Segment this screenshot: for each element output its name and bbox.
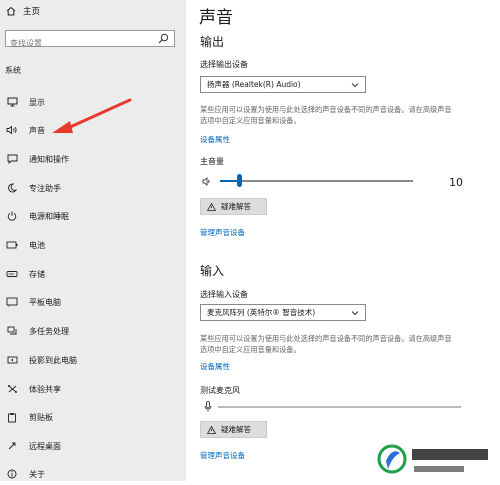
- output-description: 某些应用可以设置为使用与此处选择的声音设备不同的声音设备。请在高级声音选项中自定…: [200, 105, 452, 125]
- sidebar-item-battery[interactable]: 电池: [5, 237, 175, 253]
- output-device-select[interactable]: 扬声器 (Realtek(R) Audio): [200, 76, 366, 93]
- sidebar-item-label: 平板电脑: [29, 297, 61, 307]
- sidebar-item-label: 剪贴板: [29, 412, 53, 422]
- chevron-down-icon: [351, 311, 359, 316]
- input-device-properties-link[interactable]: 设备属性: [200, 361, 230, 372]
- input-troubleshoot-label: 疑难解答: [221, 425, 251, 434]
- projector-icon: [5, 354, 19, 366]
- main-panel: 声音 输出 选择输出设备 扬声器 (Realtek(R) Audio) 某些应用…: [186, 0, 500, 481]
- mic-level-meter: [218, 406, 461, 408]
- share-icon: [5, 383, 19, 395]
- output-device-value: 扬声器 (Realtek(R) Audio): [207, 80, 301, 89]
- output-troubleshoot-button[interactable]: 疑难解答: [200, 198, 267, 215]
- sidebar-item-label: 体验共享: [29, 384, 61, 394]
- sidebar-item-multitasking[interactable]: 多任务处理: [5, 323, 175, 339]
- warning-icon: [207, 202, 216, 211]
- input-troubleshoot-button[interactable]: 疑难解答: [200, 421, 267, 438]
- mic-test-label: 测试麦克风: [200, 386, 240, 395]
- sidebar-item-about[interactable]: 关于: [5, 466, 175, 482]
- sidebar-item-power-sleep[interactable]: 电源和睡眠: [5, 208, 175, 224]
- output-device-properties-link[interactable]: 设备属性: [200, 134, 230, 145]
- battery-icon: [5, 239, 19, 251]
- notification-icon: [5, 153, 19, 165]
- sidebar-item-label: 专注助手: [29, 183, 61, 193]
- sidebar-item-project[interactable]: 投影到此电脑: [5, 352, 175, 368]
- tablet-icon: [5, 296, 19, 308]
- input-device-select[interactable]: 麦克风阵列 (英特尔® 智音技术): [200, 304, 366, 321]
- volume-value: 10: [449, 176, 463, 189]
- warning-icon: [207, 425, 216, 434]
- info-icon: [5, 468, 19, 480]
- storage-icon: [5, 268, 19, 280]
- sidebar-item-label: 多任务处理: [29, 326, 69, 336]
- input-manage-devices-link[interactable]: 管理声音设备: [200, 450, 245, 461]
- chevron-down-icon: [351, 83, 359, 88]
- input-device-label: 选择输入设备: [200, 290, 248, 299]
- microphone-icon: [204, 401, 212, 412]
- sidebar-item-label: 远程桌面: [29, 441, 61, 451]
- moon-icon: [5, 182, 19, 194]
- sidebar-item-focus-assist[interactable]: 专注助手: [5, 180, 175, 196]
- output-manage-devices-link[interactable]: 管理声音设备: [200, 227, 245, 238]
- input-device-value: 麦克风阵列 (英特尔® 智音技术): [207, 308, 316, 317]
- power-icon: [5, 210, 19, 222]
- sidebar-item-notifications[interactable]: 通知和操作: [5, 151, 175, 167]
- volume-slider-thumb[interactable]: [237, 174, 243, 187]
- page-title: 声音: [199, 8, 233, 28]
- sidebar-item-label: 关于: [29, 469, 45, 479]
- remote-desktop-icon: [5, 440, 19, 452]
- output-device-label: 选择输出设备: [200, 60, 248, 69]
- input-description: 某些应用可以设置为使用与此处选择的声音设备不同的声音设备。请在高级声音选项中自定…: [200, 334, 452, 354]
- sidebar-item-remote-desktop[interactable]: 远程桌面: [5, 438, 175, 454]
- volume-slider[interactable]: [220, 180, 413, 182]
- input-heading: 输入: [200, 264, 225, 278]
- sidebar-item-label: 电池: [29, 240, 45, 250]
- sidebar-item-label: 通知和操作: [29, 154, 69, 164]
- sidebar-item-tablet[interactable]: 平板电脑: [5, 294, 175, 310]
- output-troubleshoot-label: 疑难解答: [221, 202, 251, 211]
- sidebar-item-storage[interactable]: 存储: [5, 266, 175, 282]
- watermark-logo: [374, 439, 500, 481]
- sidebar-item-shared-experience[interactable]: 体验共享: [5, 381, 175, 397]
- annotation-arrow: [52, 98, 132, 133]
- output-heading: 输出: [200, 35, 225, 49]
- speaker-icon[interactable]: [202, 177, 212, 186]
- sidebar-item-label: 电源和睡眠: [29, 211, 69, 221]
- clipboard-icon: [5, 411, 19, 423]
- sidebar-item-label: 投影到此电脑: [29, 355, 77, 365]
- sidebar-item-clipboard[interactable]: 剪贴板: [5, 409, 175, 425]
- sidebar-item-label: 存储: [29, 269, 45, 279]
- master-volume-label: 主音量: [200, 157, 224, 166]
- multitasking-icon: [5, 325, 19, 337]
